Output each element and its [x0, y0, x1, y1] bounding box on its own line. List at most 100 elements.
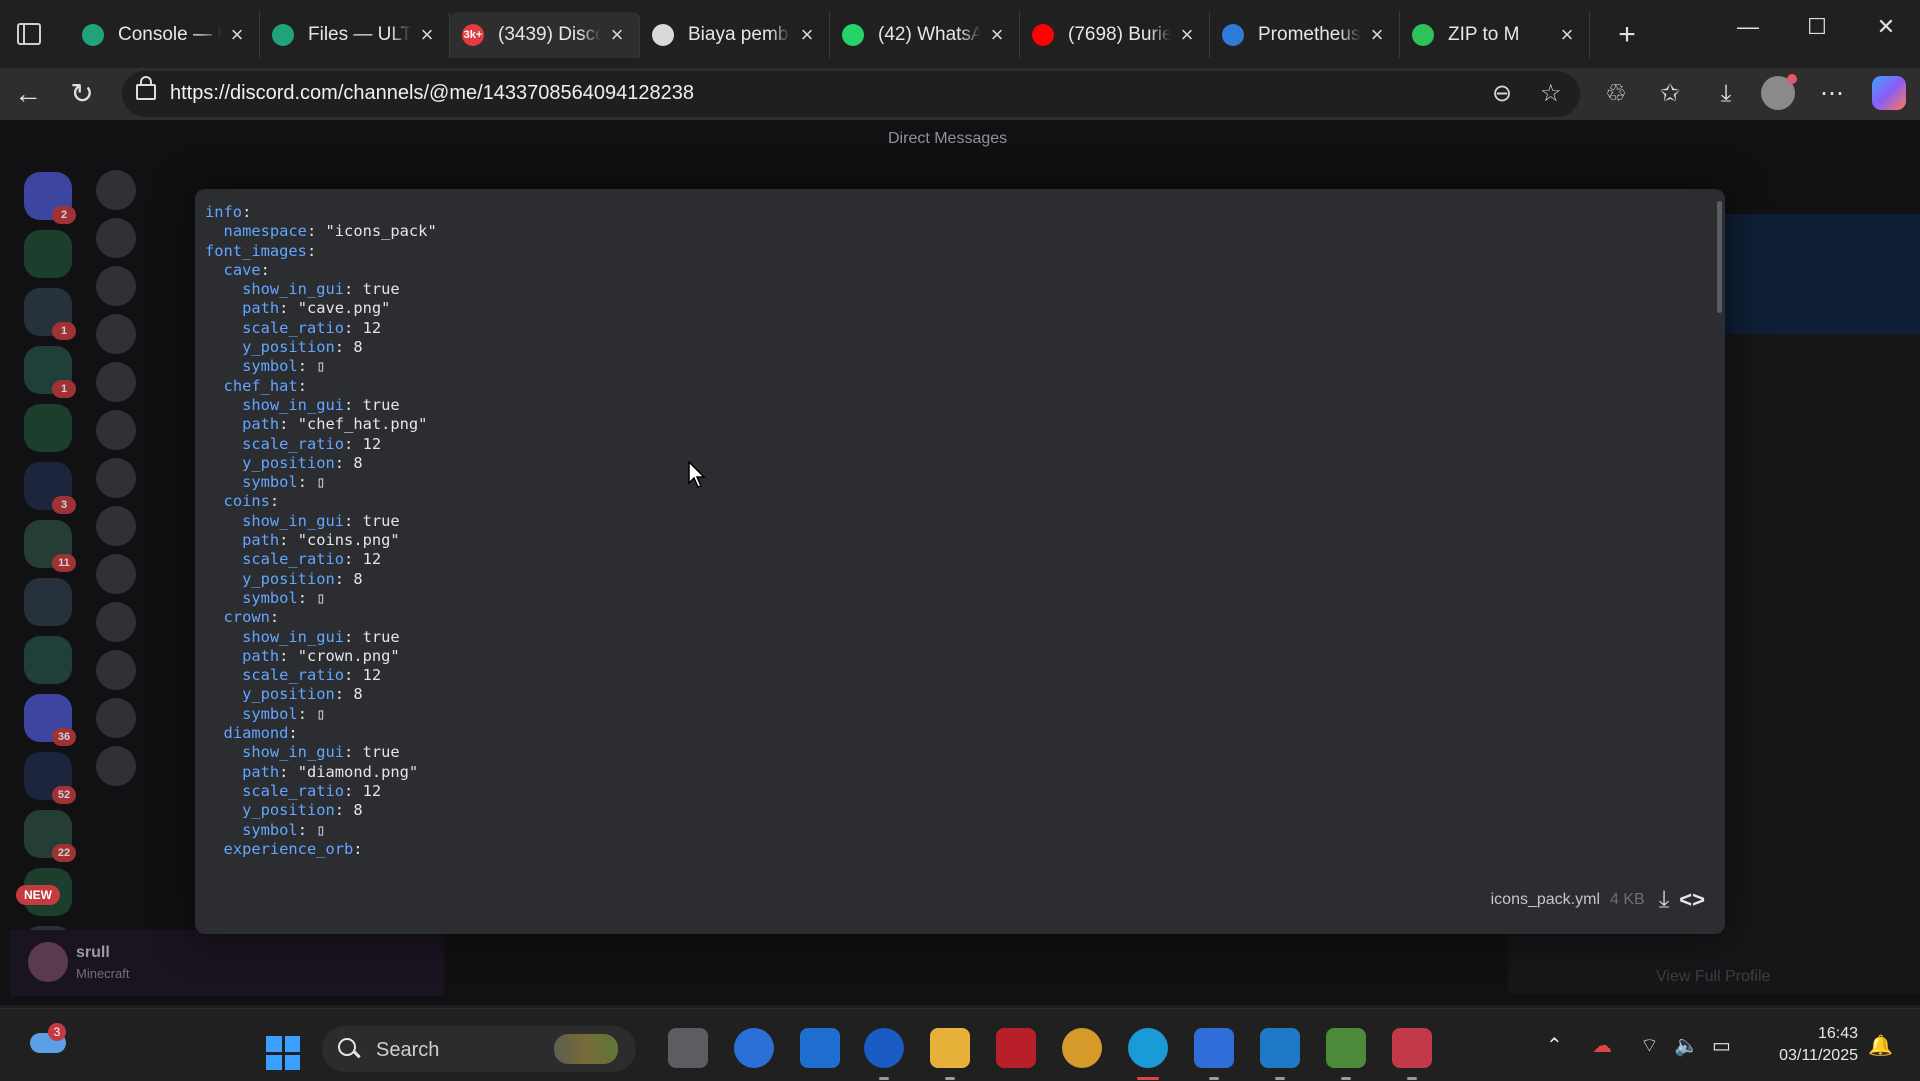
server-icon[interactable]: 36: [24, 694, 76, 746]
yaml-key: experience_orb: [223, 839, 354, 858]
direct-messages-title: Direct Messages: [888, 130, 1008, 147]
battery-icon[interactable]: ▭: [1712, 1033, 1731, 1058]
server-icon[interactable]: 1: [24, 346, 76, 398]
yaml-value: ▯: [316, 588, 326, 607]
downloads-icon[interactable]: ⤓: [1706, 76, 1746, 112]
code-line: scale_ratio: 12: [242, 434, 382, 453]
server-icon[interactable]: 11: [24, 520, 76, 572]
onedrive-error-icon[interactable]: ☁: [1592, 1033, 1612, 1058]
hp-icon[interactable]: [864, 1028, 904, 1080]
yaml-key: y_position: [242, 338, 335, 357]
code-line: scale_ratio: 12: [242, 318, 382, 337]
yaml-key: show_in_gui: [242, 511, 345, 530]
url-text[interactable]: https://discord.com/channels/@me/1433708…: [170, 82, 694, 105]
tab-actions-button[interactable]: [14, 20, 44, 48]
zoom-icon[interactable]: ⊖: [1492, 79, 1512, 108]
search-highlight-image: [554, 1034, 618, 1064]
code-preview: info: namespace: "icons_pack" font_images…: [205, 203, 437, 859]
server-icon[interactable]: [24, 636, 72, 684]
browser-tab[interactable]: (7698) Burie ×: [1020, 12, 1210, 58]
yaml-key: symbol: [242, 473, 298, 492]
vscode-icon[interactable]: [1260, 1028, 1300, 1080]
browser-tab[interactable]: ZIP to M ×: [1400, 12, 1590, 58]
browser-essentials-icon[interactable]: ♲: [1596, 76, 1636, 112]
close-tab-icon[interactable]: ×: [1177, 22, 1197, 48]
tab-label: Biaya pembu: [688, 24, 791, 45]
browser-tab[interactable]: Biaya pembu ×: [640, 12, 830, 58]
yaml-key: diamond: [223, 724, 289, 743]
close-window-button[interactable]: ✕: [1866, 14, 1906, 40]
server-icon[interactable]: 3: [24, 462, 76, 514]
profile-avatar[interactable]: [1761, 74, 1797, 110]
yaml-key: symbol: [242, 704, 298, 723]
file-explorer-icon[interactable]: [930, 1028, 970, 1080]
chrome-like-browser-icon[interactable]: [734, 1028, 774, 1068]
close-tab-icon[interactable]: ×: [417, 22, 437, 48]
lock-icon[interactable]: [136, 76, 156, 100]
volume-icon[interactable]: 🔈: [1674, 1033, 1699, 1058]
address-bar[interactable]: https://discord.com/channels/@me/1433708…: [122, 71, 1580, 117]
medal-icon[interactable]: [1062, 1028, 1102, 1068]
new-tab-button[interactable]: +: [1610, 18, 1644, 52]
chevron-up-icon[interactable]: ⌃: [1546, 1033, 1563, 1058]
yaml-key: coins: [223, 492, 270, 511]
close-tab-icon[interactable]: ×: [227, 22, 247, 48]
start-button[interactable]: [266, 1036, 300, 1070]
minimize-button[interactable]: —: [1728, 14, 1768, 40]
browser-tab[interactable]: (42) WhatsA ×: [830, 12, 1020, 58]
task-view-icon[interactable]: [668, 1028, 708, 1068]
mcafee-icon[interactable]: [996, 1028, 1036, 1068]
clock[interactable]: 16:43 03/11/2025: [1758, 1023, 1858, 1067]
refresh-button[interactable]: ↻: [64, 76, 100, 112]
view-source-icon[interactable]: <>: [1679, 887, 1705, 913]
time-text: 16:43: [1817, 1025, 1858, 1042]
user-name: srull: [76, 944, 110, 961]
snipping-tool-icon[interactable]: [1392, 1028, 1432, 1080]
unread-badge: 2: [52, 206, 76, 224]
favorites-icon[interactable]: ✩: [1650, 76, 1690, 112]
server-icon[interactable]: 2: [24, 172, 76, 224]
outlook-icon[interactable]: [800, 1028, 840, 1068]
view-full-profile-link[interactable]: View Full Profile: [1656, 968, 1770, 986]
server-icon[interactable]: 52: [24, 752, 76, 804]
notification-bell-icon[interactable]: 🔔: [1868, 1033, 1893, 1058]
close-tab-icon[interactable]: ×: [987, 22, 1007, 48]
avatar: [96, 554, 136, 594]
server-icon[interactable]: [24, 230, 72, 278]
file-size: 4 KB: [1610, 891, 1645, 908]
browser-tab[interactable]: Files — ULTR ×: [260, 12, 450, 58]
search-box[interactable]: Search: [322, 1026, 636, 1072]
back-button[interactable]: ←: [10, 76, 46, 112]
unread-badge: 11: [52, 554, 76, 572]
server-icon[interactable]: [24, 578, 72, 626]
copilot-icon[interactable]: [1872, 76, 1906, 110]
yaml-value: ▯: [316, 357, 326, 376]
close-tab-icon[interactable]: ×: [1367, 22, 1387, 48]
favorite-star-icon[interactable]: ☆: [1540, 79, 1562, 108]
edge-icon[interactable]: [1128, 1028, 1168, 1080]
avatar[interactable]: [28, 942, 68, 982]
server-icon[interactable]: 22: [24, 810, 76, 862]
prometheus-icon: [1222, 24, 1244, 46]
browser-tab[interactable]: Console — U ×: [70, 12, 260, 58]
scrollbar[interactable]: [1717, 201, 1722, 313]
settings-menu-icon[interactable]: ⋯: [1812, 76, 1852, 112]
close-tab-icon[interactable]: ×: [1557, 22, 1577, 48]
close-tab-icon[interactable]: ×: [607, 22, 627, 48]
download-icon[interactable]: ⤓: [1659, 886, 1670, 914]
code-line: experience_orb:: [223, 839, 363, 858]
browser-tab[interactable]: Prometheus ×: [1210, 12, 1400, 58]
browser-tab-strip: Console — U × Files — ULTR × 3k+ (3439) Disco…: [0, 0, 1920, 68]
maximize-button[interactable]: ☐: [1797, 14, 1837, 40]
new-badge: NEW: [16, 885, 60, 905]
server-icon[interactable]: 1: [24, 288, 76, 340]
minecraft-icon[interactable]: [1326, 1028, 1366, 1080]
avatar: [96, 650, 136, 690]
tab-label: Files — ULTR: [308, 24, 411, 45]
weather-widget[interactable]: 3: [28, 1023, 72, 1057]
browser-tab[interactable]: 3k+ (3439) Disco ×: [450, 12, 640, 58]
close-tab-icon[interactable]: ×: [797, 22, 817, 48]
wifi-icon[interactable]: ⌔: [1640, 1033, 1659, 1058]
server-icon[interactable]: [24, 404, 72, 452]
store-icon[interactable]: [1194, 1028, 1234, 1080]
